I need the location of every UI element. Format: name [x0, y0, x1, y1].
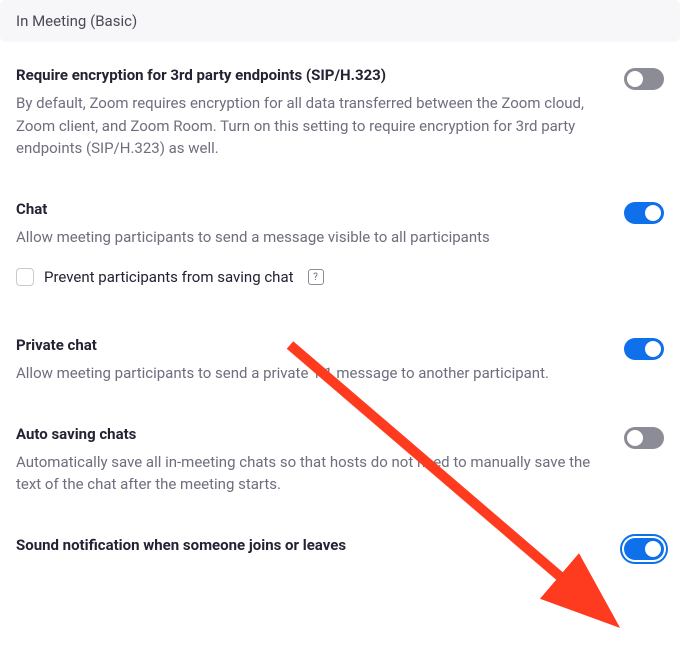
setting-title: Sound notification when someone joins or…	[16, 536, 594, 554]
sub-option-label: Prevent participants from saving chat	[44, 268, 294, 286]
toggle-knob	[645, 541, 661, 557]
setting-text: Sound notification when someone joins or…	[16, 536, 624, 562]
setting-private-chat: Private chat Allow meeting participants …	[16, 336, 664, 385]
setting-description: By default, Zoom requires encryption for…	[16, 92, 594, 160]
setting-encryption: Require encryption for 3rd party endpoin…	[16, 66, 664, 160]
toggle-encryption[interactable]	[624, 68, 664, 90]
toggle-chat[interactable]	[624, 202, 664, 224]
setting-title: Chat	[16, 200, 594, 218]
setting-sound-notification: Sound notification when someone joins or…	[16, 536, 664, 562]
setting-chat: Chat Allow meeting participants to send …	[16, 200, 664, 287]
setting-text: Auto saving chats Automatically save all…	[16, 425, 624, 496]
setting-auto-saving: Auto saving chats Automatically save all…	[16, 425, 664, 496]
setting-title: Private chat	[16, 336, 594, 354]
sub-option-prevent-saving: Prevent participants from saving chat ?	[16, 268, 594, 286]
toggle-sound-notification[interactable]	[624, 538, 664, 560]
section-header: In Meeting (Basic)	[0, 0, 680, 42]
setting-description: Allow meeting participants to send a mes…	[16, 226, 594, 249]
setting-title: Require encryption for 3rd party endpoin…	[16, 66, 594, 84]
toggle-auto-saving[interactable]	[624, 427, 664, 449]
toggle-knob	[627, 71, 643, 87]
setting-title: Auto saving chats	[16, 425, 594, 443]
toggle-knob	[645, 341, 661, 357]
setting-text: Require encryption for 3rd party endpoin…	[16, 66, 624, 160]
toggle-knob	[627, 430, 643, 446]
checkbox-prevent-saving[interactable]	[16, 268, 34, 286]
setting-description: Automatically save all in-meeting chats …	[16, 451, 594, 496]
toggle-private-chat[interactable]	[624, 338, 664, 360]
toggle-knob	[645, 205, 661, 221]
help-icon[interactable]: ?	[308, 269, 324, 285]
setting-text: Private chat Allow meeting participants …	[16, 336, 624, 385]
setting-text: Chat Allow meeting participants to send …	[16, 200, 624, 287]
settings-list: Require encryption for 3rd party endpoin…	[0, 66, 680, 562]
setting-description: Allow meeting participants to send a pri…	[16, 362, 594, 385]
section-header-text: In Meeting (Basic)	[16, 12, 137, 30]
